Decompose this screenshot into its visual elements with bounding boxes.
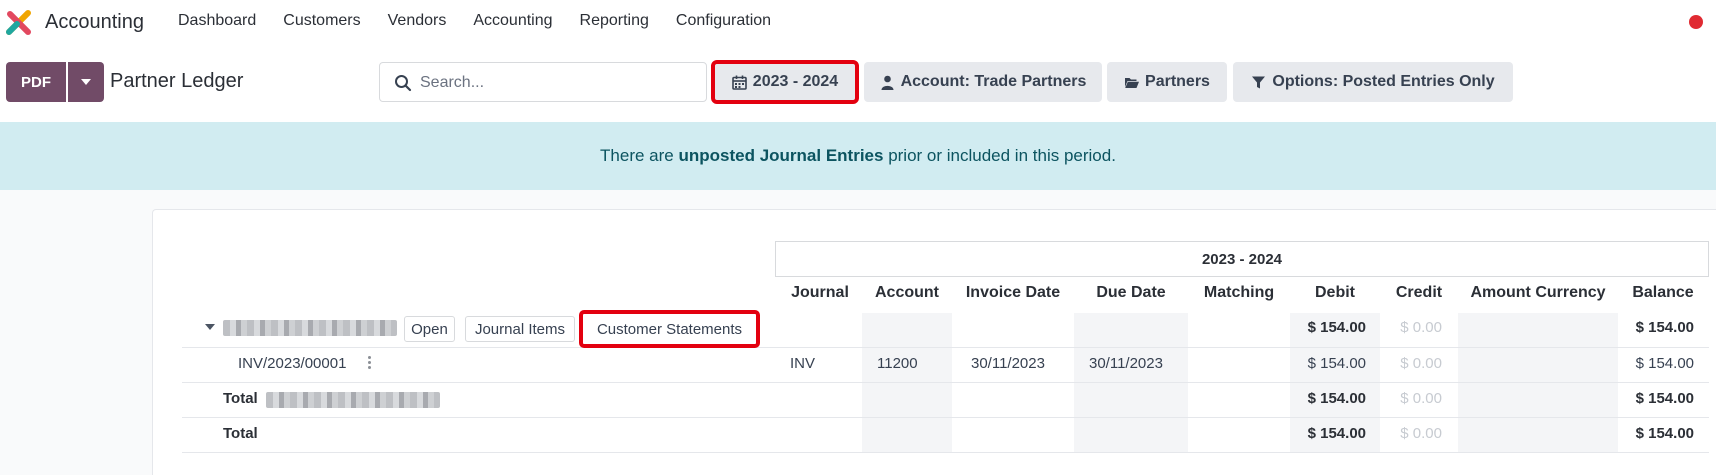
grand-total-label: Total bbox=[223, 425, 258, 442]
column-header-matching[interactable]: Matching bbox=[1194, 284, 1284, 302]
column-header-debit[interactable]: Debit bbox=[1290, 284, 1380, 302]
search-input[interactable] bbox=[420, 71, 700, 95]
unposted-entries-alert: There are unposted Journal Entries prior… bbox=[0, 122, 1716, 190]
grand-total-balance: $ 154.00 bbox=[1635, 425, 1694, 442]
move-line-invoice-date: 30/11/2023 bbox=[971, 355, 1045, 372]
alert-text-suffix: prior or included in this period. bbox=[883, 146, 1116, 165]
alert-text-prefix: There are bbox=[600, 146, 679, 165]
grand-total-debit: $ 154.00 bbox=[1307, 425, 1366, 442]
partner-total-credit: $ 0.00 bbox=[1400, 390, 1442, 407]
account-filter-button[interactable]: Account: Trade Partners bbox=[864, 62, 1102, 102]
page-title: Partner Ledger bbox=[110, 70, 244, 92]
period-filter-button[interactable]: 2023 - 2024 bbox=[711, 60, 859, 104]
partners-filter-button[interactable]: Partners bbox=[1107, 62, 1227, 102]
open-partner-button[interactable]: Open bbox=[404, 316, 455, 342]
top-navbar: Accounting Dashboard Customers Vendors A… bbox=[0, 0, 1716, 46]
move-line-credit: $ 0.00 bbox=[1400, 355, 1442, 372]
search-icon bbox=[395, 75, 412, 92]
menu-customers[interactable]: Customers bbox=[283, 12, 360, 30]
move-line-name[interactable]: INV/2023/00001 bbox=[238, 355, 346, 372]
user-icon bbox=[881, 75, 894, 90]
odoo-accounting-logo-icon[interactable] bbox=[6, 10, 32, 36]
period-column-header: 2023 - 2024 bbox=[775, 241, 1709, 277]
partner-total-balance: $ 154.00 bbox=[1635, 390, 1694, 407]
column-header-account[interactable]: Account bbox=[868, 284, 946, 302]
unposted-entries-link[interactable]: unposted Journal Entries bbox=[678, 146, 883, 166]
due-date-column-shade bbox=[1074, 313, 1188, 453]
pdf-button[interactable]: PDF bbox=[6, 62, 66, 102]
column-header-due-date[interactable]: Due Date bbox=[1074, 284, 1188, 302]
row-divider bbox=[182, 417, 1709, 418]
calendar-icon bbox=[731, 75, 747, 90]
menu-vendors[interactable]: Vendors bbox=[388, 12, 447, 30]
move-line-journal: INV bbox=[790, 355, 816, 372]
partner-balance: $ 154.00 bbox=[1635, 319, 1694, 336]
partner-total-name-redacted bbox=[266, 392, 440, 408]
grand-total-credit: $ 0.00 bbox=[1400, 425, 1442, 442]
customer-statements-button[interactable]: Customer Statements bbox=[579, 310, 760, 348]
status-indicator-dot[interactable] bbox=[1689, 15, 1703, 29]
options-filter-label: Options: Posted Entries Only bbox=[1272, 73, 1495, 90]
amount-currency-column-shade bbox=[1458, 313, 1618, 453]
folder-open-icon bbox=[1125, 77, 1140, 88]
caret-down-icon bbox=[81, 79, 91, 85]
export-dropdown-button[interactable] bbox=[68, 62, 104, 102]
kebab-menu-icon[interactable] bbox=[368, 356, 371, 370]
journal-items-button[interactable]: Journal Items bbox=[465, 316, 575, 342]
search-box[interactable] bbox=[379, 62, 707, 102]
move-line-debit: $ 154.00 bbox=[1307, 355, 1366, 372]
column-header-credit[interactable]: Credit bbox=[1384, 284, 1454, 302]
options-filter-button[interactable]: Options: Posted Entries Only bbox=[1233, 62, 1513, 102]
partners-filter-label: Partners bbox=[1145, 73, 1210, 90]
move-line-due-date: 30/11/2023 bbox=[1089, 355, 1163, 372]
column-header-amount-currency[interactable]: Amount Currency bbox=[1458, 284, 1618, 302]
partner-debit: $ 154.00 bbox=[1307, 319, 1366, 336]
menu-reporting[interactable]: Reporting bbox=[580, 12, 649, 30]
row-divider bbox=[182, 347, 1709, 348]
row-divider bbox=[182, 382, 1709, 383]
period-filter-label: 2023 - 2024 bbox=[752, 73, 839, 90]
column-header-balance[interactable]: Balance bbox=[1622, 284, 1704, 302]
row-divider bbox=[182, 452, 1709, 453]
partner-credit: $ 0.00 bbox=[1400, 319, 1442, 336]
main-menu: Dashboard Customers Vendors Accounting R… bbox=[178, 12, 798, 30]
filter-icon bbox=[1252, 76, 1266, 88]
menu-configuration[interactable]: Configuration bbox=[676, 12, 771, 30]
menu-dashboard[interactable]: Dashboard bbox=[178, 12, 256, 30]
partner-name-redacted[interactable] bbox=[223, 320, 397, 336]
column-header-journal[interactable]: Journal bbox=[790, 284, 850, 302]
account-column-shade bbox=[862, 313, 952, 453]
partner-total-debit: $ 154.00 bbox=[1307, 390, 1366, 407]
account-filter-label: Account: Trade Partners bbox=[900, 73, 1087, 90]
app-name[interactable]: Accounting bbox=[45, 11, 144, 34]
menu-accounting[interactable]: Accounting bbox=[473, 12, 552, 30]
column-header-invoice-date[interactable]: Invoice Date bbox=[958, 284, 1068, 302]
move-line-account: 11200 bbox=[877, 355, 918, 372]
move-line-balance: $ 154.00 bbox=[1635, 355, 1694, 372]
collapse-triangle-icon[interactable] bbox=[205, 324, 215, 330]
partner-total-label: Total bbox=[223, 390, 258, 407]
